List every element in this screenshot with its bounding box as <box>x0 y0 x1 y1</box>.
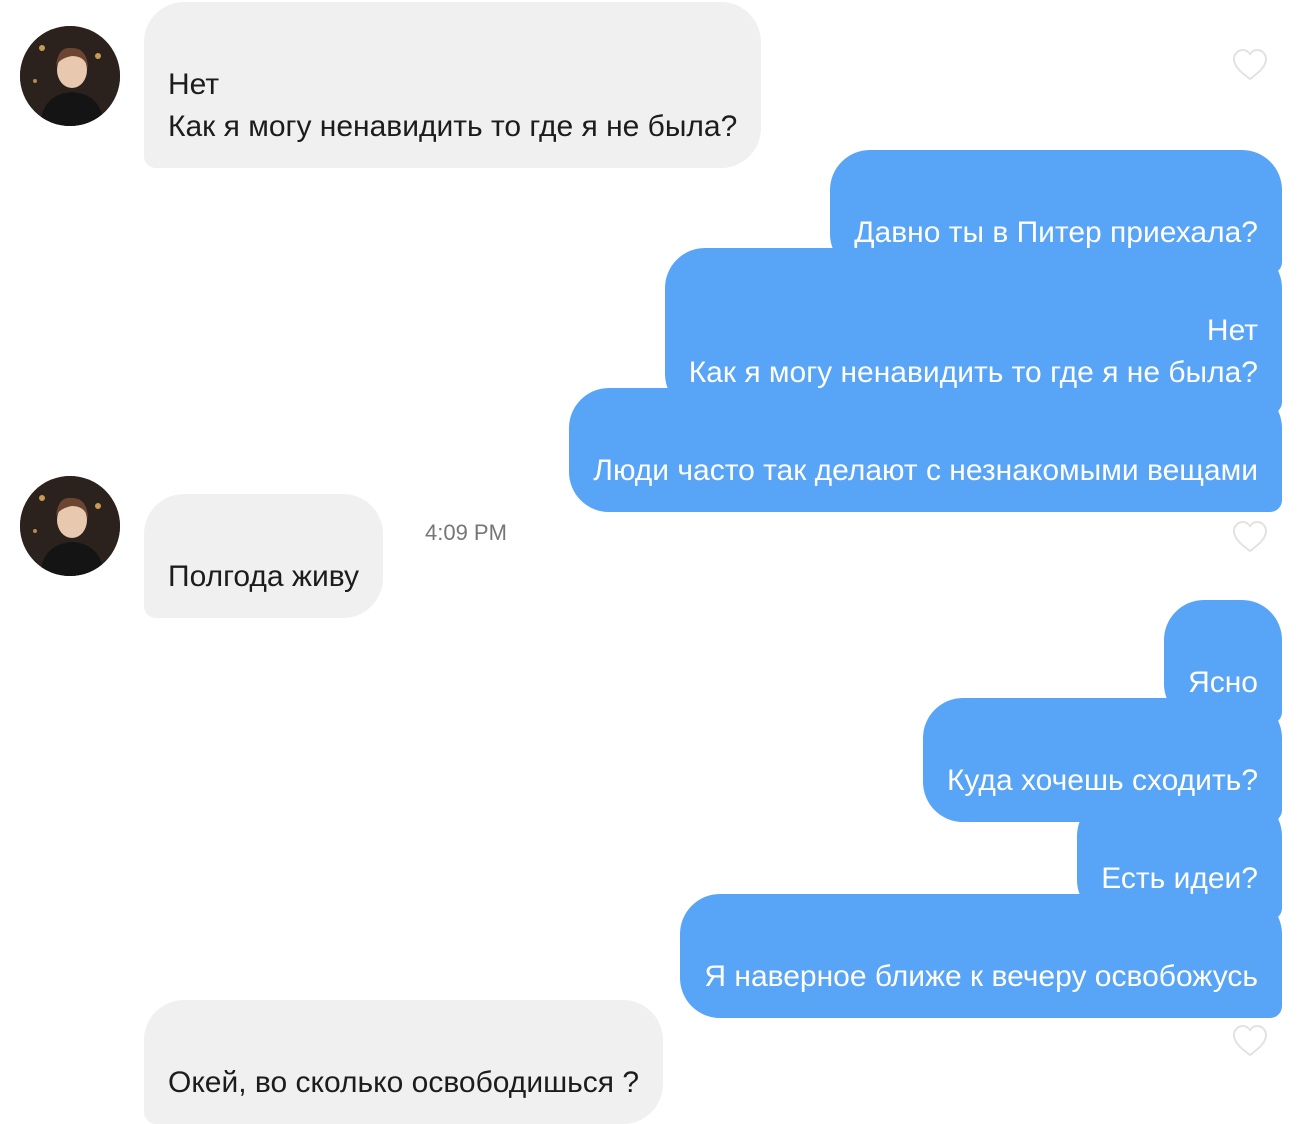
sender-avatar[interactable] <box>20 26 120 126</box>
message-text: Ясно <box>1188 666 1258 699</box>
message-text: Полгода живу <box>168 560 360 593</box>
message-bubble-outgoing[interactable]: Я наверное ближе к вечеру освобожусь <box>680 894 1282 1018</box>
message-text: Куда хочешь сходить? <box>946 764 1258 797</box>
message-text: Окей, во сколько освободишься ? <box>168 1066 640 1099</box>
message-timestamp: 4:09 PM <box>425 520 507 545</box>
message-bubble-outgoing[interactable]: Люди часто так делают с незнакомыми веща… <box>569 388 1282 512</box>
message-bubble-incoming[interactable]: Нет Как я могу ненавидить то где я не бы… <box>144 2 762 168</box>
message-text: Люди часто так делают с незнакомыми веща… <box>593 454 1258 487</box>
heart-icon[interactable] <box>1232 520 1268 554</box>
message-text: Я наверное ближе к вечеру освобожусь <box>704 960 1258 993</box>
message-bubble-incoming[interactable]: Окей, во сколько освободишься ? <box>144 1000 664 1124</box>
avatar-photo <box>20 26 120 126</box>
heart-icon[interactable] <box>1232 48 1268 82</box>
message-text: Есть идеи? <box>1101 862 1258 895</box>
message-bubble-incoming[interactable]: Полгода живу <box>144 494 384 618</box>
message-text: Нет Как я могу ненавидить то где я не бы… <box>688 314 1258 389</box>
message-text: Давно ты в Питер приехала? <box>854 216 1258 249</box>
avatar-photo <box>20 476 120 576</box>
sender-avatar[interactable] <box>20 476 120 576</box>
message-text: Нет Как я могу ненавидить то где я не бы… <box>168 68 738 143</box>
heart-icon[interactable] <box>1232 1024 1268 1058</box>
